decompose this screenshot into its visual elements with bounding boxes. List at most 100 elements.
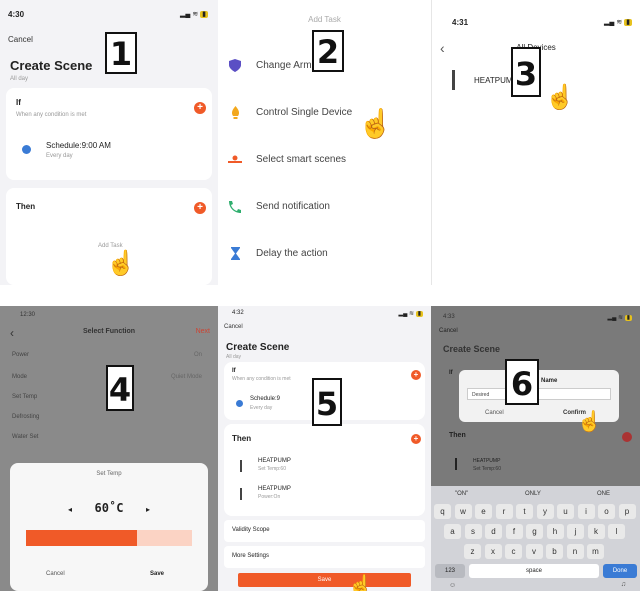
page-title: Create Scene: [443, 344, 501, 354]
validity-scope-row[interactable]: Validity Scope: [224, 520, 425, 542]
emoji-icon[interactable]: ☺: [449, 582, 456, 589]
pointer-hand-icon: ☝: [348, 575, 373, 591]
key-123[interactable]: 123: [435, 564, 465, 578]
key-p[interactable]: p: [618, 504, 636, 519]
sheet-save-button[interactable]: Save: [150, 571, 164, 577]
schedule-label[interactable]: Schedule:9: [250, 396, 280, 402]
step-number: 6: [505, 359, 539, 405]
key-e[interactable]: e: [475, 504, 492, 519]
heatpump-device-icon: [240, 460, 242, 472]
status-icons: ▂▄ ≋ ▮: [398, 311, 423, 317]
function-power[interactable]: Power: [12, 352, 29, 358]
temp-slider[interactable]: [26, 530, 192, 546]
step-number: 5: [312, 378, 342, 426]
add-task-button[interactable]: [622, 432, 632, 442]
key-w[interactable]: w: [454, 504, 472, 519]
keyboard: "ON" ONLY ONE qwertyuiop asdfghjkl zxcvb…: [431, 486, 640, 591]
scene-name-input[interactable]: Desired: [467, 388, 611, 400]
if-hint: When any condition is met: [16, 112, 87, 118]
page-subtitle: All day: [10, 76, 29, 82]
key-g[interactable]: g: [526, 524, 543, 539]
pointer-hand-icon: ☝: [358, 108, 393, 139]
function-water-set[interactable]: Water Set: [12, 434, 38, 440]
step-number: 4: [106, 365, 134, 411]
key-v[interactable]: v: [525, 544, 543, 559]
if-hint: When any condition is met: [232, 376, 291, 382]
task-heatpump[interactable]: HEATPUMP: [258, 486, 291, 492]
task-heatpump[interactable]: HEATPUMP: [258, 458, 291, 464]
status-icons: ▂▄ ≋ ▮: [604, 19, 632, 26]
sheet-cancel-button[interactable]: Cancel: [46, 571, 65, 577]
key-done[interactable]: Done: [603, 564, 637, 578]
suggestion[interactable]: ONLY: [525, 491, 541, 497]
cancel-button[interactable]: Cancel: [439, 328, 458, 334]
status-time: 4:33: [443, 314, 455, 320]
shield-icon: [228, 59, 242, 73]
separator: [0, 285, 640, 306]
suggestion[interactable]: "ON": [455, 491, 468, 497]
validity-label: Validity Scope: [232, 527, 270, 533]
key-l[interactable]: l: [608, 524, 625, 539]
suggestion[interactable]: ONE: [597, 491, 610, 497]
scene-icon: [228, 153, 242, 167]
increase-button[interactable]: ▸: [146, 505, 150, 514]
key-j[interactable]: j: [567, 524, 584, 539]
function-set-temp[interactable]: Set Temp: [12, 394, 37, 400]
function-mode[interactable]: Mode: [12, 374, 27, 380]
key-h[interactable]: h: [546, 524, 564, 539]
key-space[interactable]: space: [469, 564, 599, 578]
add-task-link[interactable]: Add Task: [98, 243, 123, 249]
save-button[interactable]: Save: [238, 573, 411, 587]
key-r[interactable]: r: [495, 504, 513, 519]
key-x[interactable]: x: [484, 544, 502, 559]
next-button[interactable]: Next: [196, 328, 210, 335]
status-icons: ▂▄ ≋ ▮: [180, 11, 208, 18]
schedule-label[interactable]: Schedule:9:00 AM: [46, 141, 111, 150]
step-number: 1: [105, 32, 137, 74]
task-option-notification[interactable]: Send notification: [218, 183, 431, 230]
panel-create-scene-filled: 4:32 ▂▄ ≋ ▮ Cancel Create Scene All day …: [218, 306, 431, 591]
key-f[interactable]: f: [505, 524, 523, 539]
key-s[interactable]: s: [464, 524, 482, 539]
add-task-plus-button[interactable]: +: [194, 202, 206, 214]
key-i[interactable]: i: [577, 504, 595, 519]
status-time: 4:30: [8, 10, 25, 19]
cancel-button[interactable]: Cancel: [8, 35, 33, 44]
key-m[interactable]: m: [587, 544, 604, 559]
task-option-delay[interactable]: Delay the action: [218, 230, 431, 277]
dialog-cancel-button[interactable]: Cancel: [485, 410, 504, 416]
key-b[interactable]: b: [546, 544, 563, 559]
task-option-control-device[interactable]: Control Single Device: [218, 89, 431, 136]
then-label: Then: [449, 432, 466, 439]
task-option-label: Delay the action: [256, 248, 328, 259]
microphone-icon[interactable]: ♫: [621, 581, 626, 588]
cancel-button[interactable]: Cancel: [224, 324, 243, 330]
heatpump-device-icon: [452, 70, 455, 90]
key-u[interactable]: u: [557, 504, 574, 519]
dialog-title: Name: [541, 378, 558, 384]
key-z[interactable]: z: [464, 544, 481, 559]
status-icons: ▂▄ ≋ ▮: [607, 315, 632, 321]
function-defrosting[interactable]: Defrosting: [12, 414, 39, 420]
add-condition-button[interactable]: +: [411, 370, 421, 380]
key-d[interactable]: d: [485, 524, 502, 539]
key-a[interactable]: a: [444, 524, 461, 539]
add-condition-button[interactable]: +: [194, 102, 206, 114]
step-number: 2: [312, 30, 344, 72]
task-option-smart-scenes[interactable]: Select smart scenes: [218, 136, 431, 183]
if-card: If When any condition is met + Schedule:…: [6, 88, 212, 180]
more-settings-row[interactable]: More Settings: [224, 546, 425, 568]
add-task-button[interactable]: +: [411, 434, 421, 444]
key-n[interactable]: n: [566, 544, 584, 559]
key-q[interactable]: q: [434, 504, 451, 519]
pointer-hand-icon: ☝: [545, 84, 575, 111]
key-o[interactable]: o: [598, 504, 615, 519]
key-y[interactable]: y: [536, 504, 554, 519]
page-title: Create Scene: [10, 58, 93, 73]
heatpump-device-icon: [455, 458, 457, 470]
pointer-hand-icon: ☝: [577, 411, 602, 433]
key-t[interactable]: t: [516, 504, 533, 519]
key-k[interactable]: k: [587, 524, 605, 539]
task-heatpump-sub: Set Temp:60: [258, 466, 286, 472]
key-c[interactable]: c: [505, 544, 522, 559]
